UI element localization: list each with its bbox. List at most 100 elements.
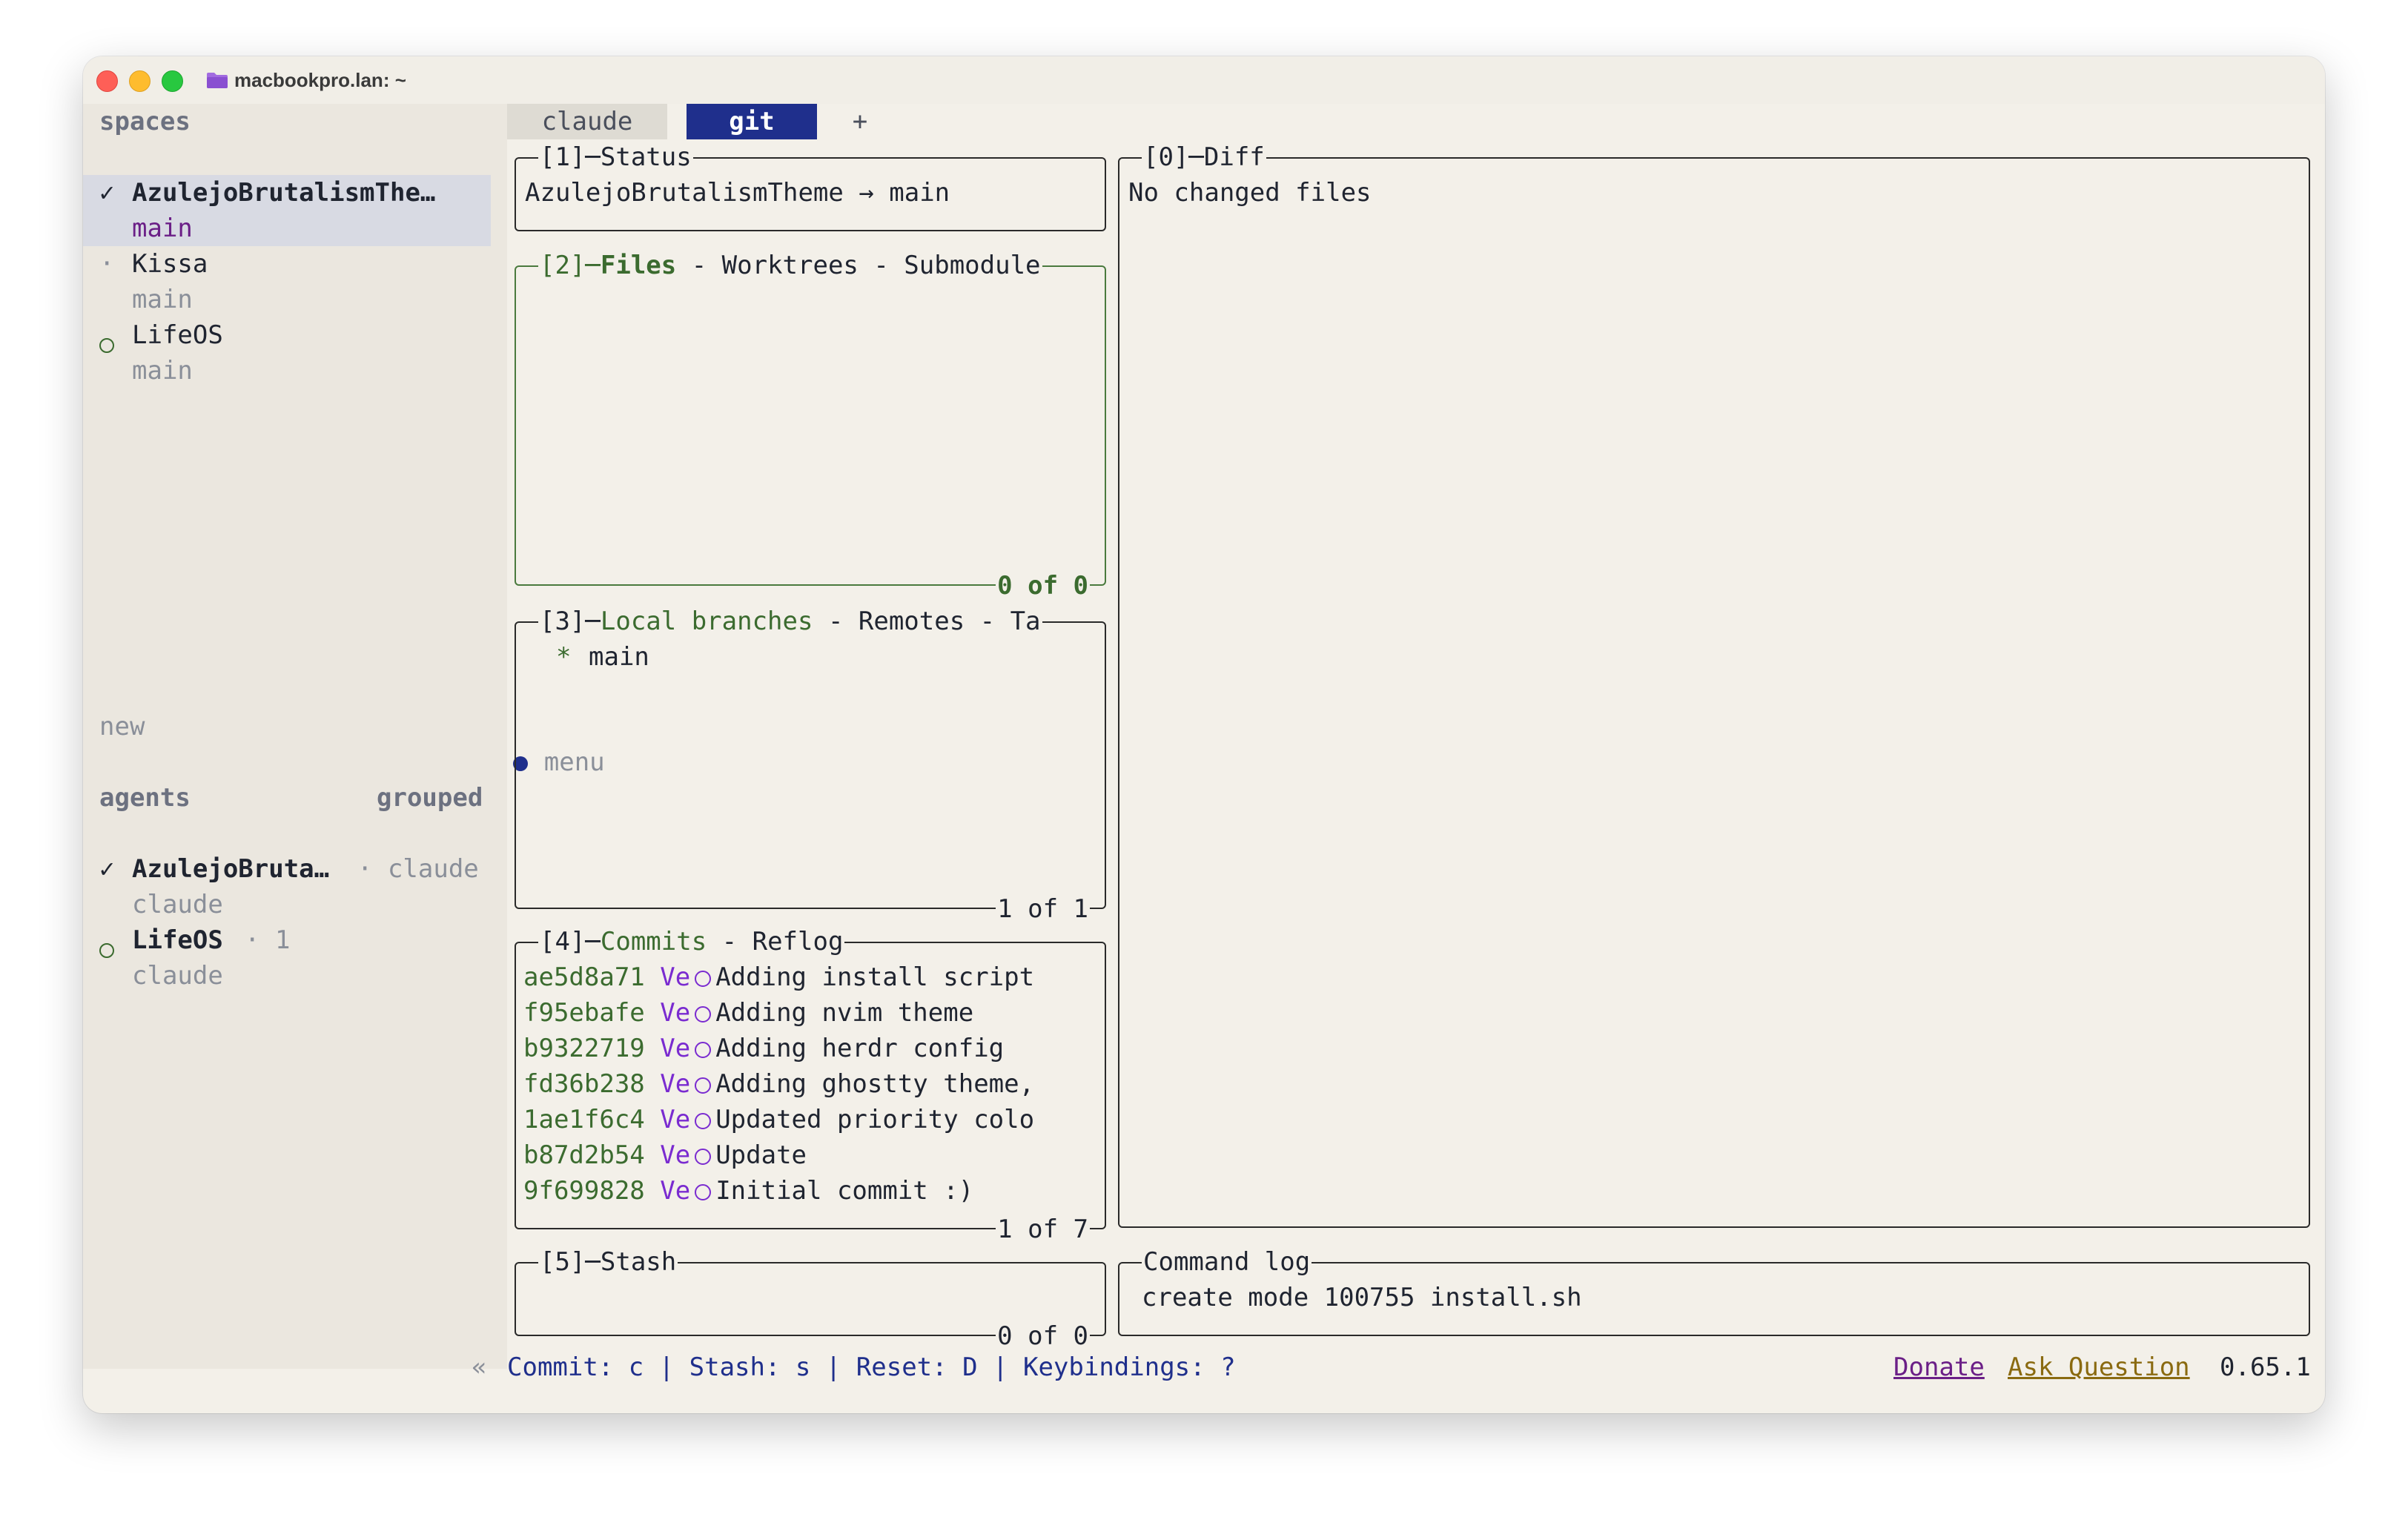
- commit-author: Ve: [660, 1140, 691, 1170]
- files-index: [2]─: [540, 251, 601, 280]
- commit-graph-node-icon: [695, 1005, 712, 1023]
- tab-git[interactable]: git: [687, 104, 817, 139]
- branch-item-main[interactable]: main: [589, 639, 649, 675]
- title-bar: macbookpro.lan: ~: [83, 56, 2325, 104]
- stash-count: 0 of 0: [996, 1318, 1090, 1354]
- commits-tab[interactable]: Commits: [601, 927, 707, 957]
- tab-claude[interactable]: claude: [507, 104, 667, 139]
- commit-message: Adding nvim theme: [715, 998, 974, 1028]
- space-branch: main: [132, 356, 193, 386]
- files-count: 0 of 0: [996, 568, 1090, 604]
- space-status-circle-icon: [99, 326, 114, 362]
- space-name: LifeOS: [132, 320, 223, 350]
- commit-graph-node-icon: [695, 1183, 712, 1200]
- commit-author: Ve: [660, 962, 691, 992]
- commit-hash: 9f699828: [523, 1176, 645, 1206]
- agent-name: LifeOS: [132, 925, 223, 955]
- commits-panel-title: [4]─Commits - Reflog: [538, 924, 845, 959]
- stash-panel[interactable]: [5]─Stash 0 of 0: [515, 1244, 1106, 1354]
- commit-author: Ve: [660, 1105, 691, 1134]
- diff-panel[interactable]: [0]─Diff No changed files: [1118, 139, 2310, 1228]
- reflog-tab[interactable]: - Reflog: [707, 927, 844, 957]
- commit-author: Ve: [660, 998, 691, 1028]
- commit-hash: 1ae1f6c4: [523, 1105, 645, 1134]
- commit-row[interactable]: fd36b238 Ve Adding ghostty theme,: [523, 1066, 1034, 1102]
- maximize-window-button[interactable]: [162, 70, 183, 92]
- branches-other-tabs[interactable]: - Remotes - Ta: [813, 607, 1041, 636]
- commit-graph-node-icon: [695, 1112, 712, 1129]
- agent-meta: · claude: [357, 854, 479, 884]
- agent-meta: · 1: [245, 925, 291, 955]
- commit-row[interactable]: ae5d8a71 Ve Adding install script: [523, 959, 1034, 995]
- ask-question-link[interactable]: Ask Question: [2008, 1349, 2190, 1385]
- commit-graph-node-icon: [695, 1041, 712, 1058]
- commit-author: Ve: [660, 1034, 691, 1063]
- commits-count: 1 of 7: [996, 1212, 1090, 1247]
- space-branch: main: [132, 214, 193, 243]
- close-window-button[interactable]: [96, 70, 118, 92]
- agent-name: AzulejoBruta…: [132, 854, 330, 884]
- commit-hash: b87d2b54: [523, 1140, 645, 1170]
- terminal-content: spaces ✓ AzulejoBrutalismThe… main · Kis…: [83, 104, 2325, 1413]
- keybinding-hints: Commit: c | Stash: s | Reset: D | Keybin…: [507, 1352, 1236, 1382]
- command-log-entry: create mode 100755 install.sh: [1142, 1283, 1582, 1312]
- space-branch: main: [132, 285, 193, 314]
- folder-icon: [207, 73, 228, 88]
- window-title: macbookpro.lan: ~: [234, 69, 406, 91]
- commit-message: Adding herdr config: [715, 1034, 1005, 1063]
- version-label: 0.65.1: [2220, 1352, 2311, 1382]
- agent-status-circle-icon: [99, 931, 114, 967]
- commit-message: Updated priority colo: [715, 1105, 1035, 1134]
- files-panel-title: [2]─Files - Worktrees - Submodule: [538, 248, 1042, 283]
- commit-message: Update: [715, 1140, 807, 1170]
- diff-panel-title: [0]─Diff: [1142, 139, 1266, 175]
- command-log-title: Command log: [1142, 1244, 1312, 1280]
- agents-header: agents: [99, 783, 191, 813]
- commit-hash: b9322719: [523, 1034, 645, 1063]
- new-tab-button[interactable]: +: [845, 104, 875, 139]
- minimize-window-button[interactable]: [129, 70, 150, 92]
- commit-hash: ae5d8a71: [523, 962, 645, 992]
- commit-graph-node-icon: [695, 970, 712, 987]
- status-panel[interactable]: [1]─Status AzulejoBrutalismTheme → main: [515, 139, 1106, 231]
- commit-row[interactable]: f95ebafe Ve Adding nvim theme: [523, 995, 973, 1031]
- space-name: AzulejoBrutalismThe…: [132, 178, 436, 208]
- commit-row[interactable]: b9322719 Ve Adding herdr config: [523, 1031, 1004, 1066]
- status-panel-title: [1]─Status: [538, 139, 693, 175]
- local-branches-tab[interactable]: Local branches: [601, 607, 813, 636]
- stash-panel-title: [5]─Stash: [538, 1244, 678, 1280]
- commit-hash: fd36b238: [523, 1069, 645, 1099]
- commit-message: Adding install script: [715, 962, 1035, 992]
- terminal-window: macbookpro.lan: ~ spaces ✓ AzulejoBrutal…: [83, 56, 2325, 1413]
- agent-sub: claude: [132, 961, 223, 991]
- branches-panel-title: [3]─Local branches - Remotes - Ta: [538, 604, 1042, 639]
- branch-current-marker: *: [556, 642, 572, 672]
- branches-count: 1 of 1: [996, 891, 1090, 927]
- commit-message: Adding ghostty theme,: [715, 1069, 1035, 1099]
- commit-author: Ve: [660, 1176, 691, 1206]
- collapse-sidebar-button[interactable]: «: [472, 1349, 486, 1385]
- commit-row[interactable]: 1ae1f6c4 Ve Updated priority colo: [523, 1102, 1034, 1137]
- space-name: Kissa: [132, 249, 208, 279]
- command-log-panel: Command log create mode 100755 install.s…: [1118, 1244, 2310, 1336]
- files-tab[interactable]: Files: [601, 251, 676, 280]
- branches-index: [3]─: [540, 607, 601, 636]
- commit-message: Initial commit :): [715, 1176, 974, 1206]
- space-status-check-icon: ✓: [99, 178, 115, 208]
- agent-sub: claude: [132, 890, 223, 919]
- commit-row[interactable]: b87d2b54 Ve Update: [523, 1137, 807, 1173]
- commit-row[interactable]: 9f699828 Ve Initial commit :): [523, 1173, 973, 1209]
- commits-panel[interactable]: [4]─Commits - Reflog ae5d8a71 Ve Adding i…: [515, 924, 1106, 1247]
- commit-graph-node-icon: [695, 1148, 712, 1165]
- spaces-header: spaces: [99, 107, 191, 136]
- new-space-button[interactable]: new: [99, 709, 145, 744]
- branches-panel[interactable]: [3]─Local branches - Remotes - Ta * main…: [515, 604, 1106, 927]
- grouped-toggle[interactable]: grouped: [377, 780, 483, 816]
- space-status-dot-icon: ·: [99, 249, 115, 279]
- files-other-tabs[interactable]: - Worktrees - Submodule: [676, 251, 1041, 280]
- agent-status-check-icon: ✓: [99, 854, 115, 884]
- diff-content: No changed files: [1128, 178, 1372, 208]
- donate-link[interactable]: Donate: [1893, 1349, 1985, 1385]
- status-repo-branch: AzulejoBrutalismTheme → main: [525, 178, 950, 208]
- files-panel[interactable]: [2]─Files - Worktrees - Submodule 0 of 0: [515, 248, 1106, 604]
